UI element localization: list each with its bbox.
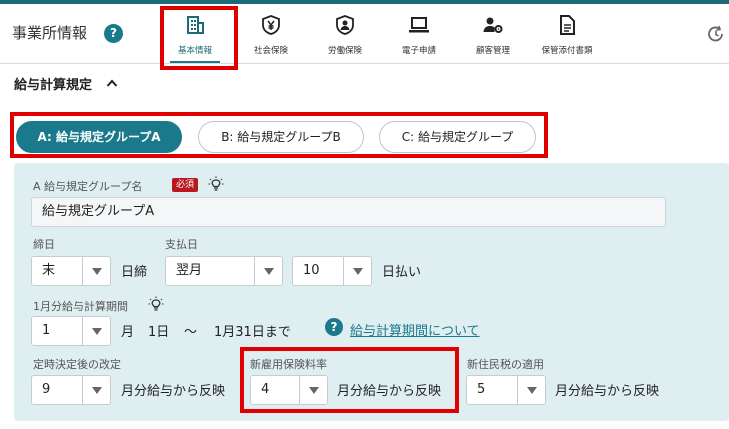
nav-item-labor-insurance[interactable]: 労働保険 — [312, 6, 378, 64]
period-help-link[interactable]: 給与計算期間について — [350, 320, 480, 339]
nav-item-customer-management[interactable]: 顧客管理 — [460, 6, 526, 64]
app-header: 事業所情報 ? 基本情報 社会保険 労働保険 電子申請 顧客管理 保管添付書類 — [0, 0, 729, 64]
required-badge: 必須 — [172, 178, 199, 192]
closing-day-suffix: 日締 — [121, 265, 148, 280]
user-gear-icon — [483, 17, 503, 33]
select-value: 10 — [303, 263, 320, 278]
closing-day-select[interactable]: 末 — [31, 256, 111, 286]
nav-label: 保管添付書類 — [541, 46, 593, 56]
payday-label: 支払日 — [165, 238, 198, 251]
resident-tax-suffix: 月分給与から反映 — [555, 384, 660, 399]
period-label: 1月分給与計算期間 — [33, 300, 128, 313]
chevron-down-icon — [82, 257, 110, 285]
highlight-box-employment-insurance — [240, 347, 459, 413]
laptop-icon — [409, 17, 429, 33]
period-start-day: 1日 — [148, 325, 170, 340]
select-value: 1 — [42, 323, 51, 338]
period-start-month-select[interactable]: 1 — [31, 316, 111, 346]
period-month-unit: 月 — [121, 325, 135, 340]
nav-label: 労働保険 — [327, 46, 362, 56]
resident-tax-month-select[interactable]: 5 — [466, 375, 546, 405]
group-name-label: A 給与規定グループ名 — [33, 180, 143, 193]
highlight-box-nav — [160, 6, 238, 70]
closing-day-label: 締日 — [33, 238, 55, 251]
payday-day-select[interactable]: 10 — [292, 256, 372, 286]
chevron-down-icon — [82, 376, 110, 404]
resident-tax-label: 新住民税の適用 — [467, 358, 544, 371]
section-title: 給与計算規定 — [14, 78, 93, 93]
payday-suffix: 日払い — [382, 265, 422, 280]
select-value: 5 — [477, 382, 486, 397]
help-icon[interactable]: ? — [325, 318, 343, 336]
nav-label: 電子申請 — [401, 46, 436, 56]
select-value: 末 — [42, 263, 56, 278]
nav-label: 顧客管理 — [475, 46, 510, 56]
highlight-box-tabs — [10, 112, 548, 158]
revision-month-select[interactable]: 9 — [31, 375, 111, 405]
help-icon[interactable]: ? — [104, 24, 123, 43]
lightbulb-icon[interactable] — [208, 176, 224, 192]
nav-item-stored-attachments[interactable]: 保管添付書類 — [534, 6, 600, 64]
payday-month-select[interactable]: 翌月 — [165, 256, 283, 286]
header-accent-bar — [0, 0, 729, 4]
lightbulb-icon[interactable] — [148, 296, 164, 312]
select-value: 9 — [42, 382, 51, 397]
chevron-down-icon — [82, 317, 110, 345]
person-shield-icon — [336, 15, 354, 35]
nav-item-social-insurance[interactable]: 社会保険 — [238, 6, 304, 64]
revision-label: 定時決定後の改定 — [33, 358, 121, 371]
period-end: 1月31日まで — [214, 325, 291, 340]
history-icon[interactable] — [706, 24, 726, 44]
chevron-down-icon — [254, 257, 282, 285]
period-tilde: ～ — [184, 325, 198, 340]
select-value: 翌月 — [176, 263, 203, 278]
chevron-down-icon — [517, 376, 545, 404]
chevron-up-icon[interactable] — [106, 78, 118, 88]
revision-suffix: 月分給与から反映 — [121, 384, 226, 399]
document-icon — [560, 15, 575, 35]
yen-shield-icon — [262, 15, 280, 35]
group-name-input[interactable]: 給与規定グループA — [31, 197, 666, 227]
chevron-down-icon — [343, 257, 371, 285]
nav-label: 社会保険 — [253, 46, 288, 56]
page-title: 事業所情報 — [12, 24, 88, 42]
nav-item-e-application[interactable]: 電子申請 — [386, 6, 452, 64]
